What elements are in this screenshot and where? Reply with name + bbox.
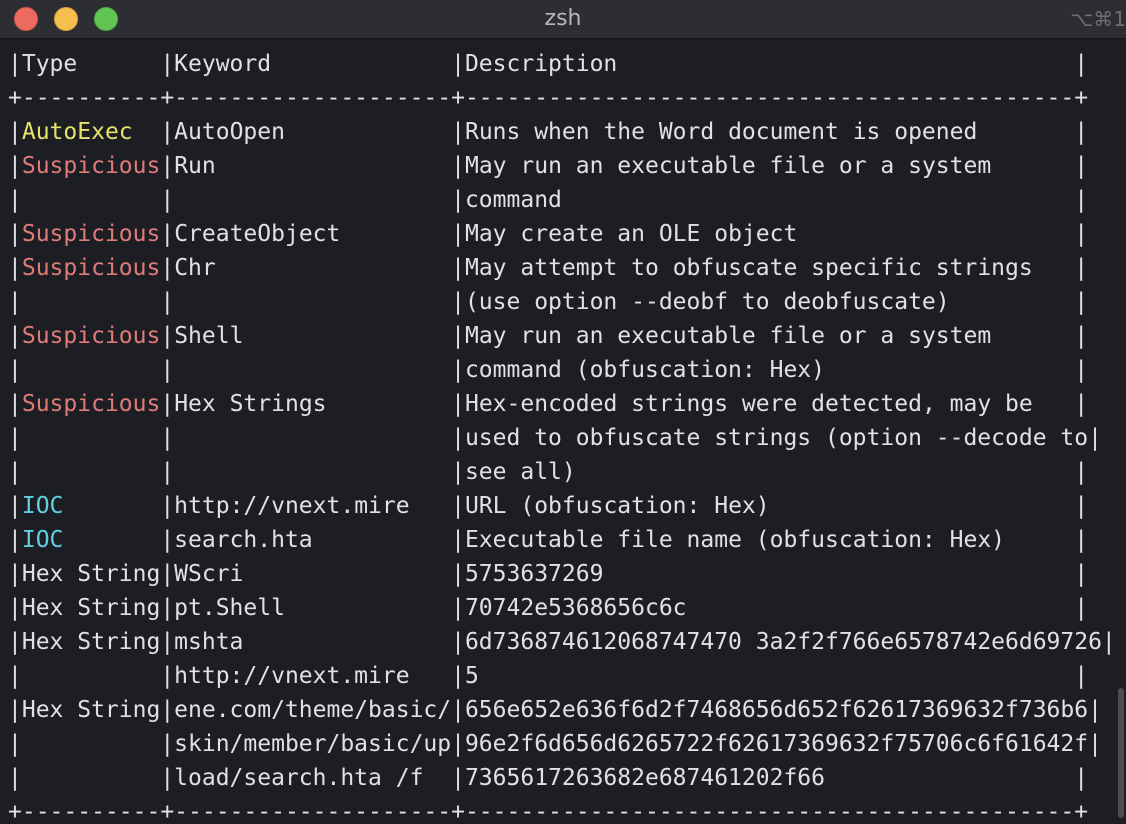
terminal-line: | | |command (obfuscation: Hex) | [8, 357, 1089, 383]
terminal-line: | |skin/member/basic/up|96e2f6d656d62657… [8, 731, 1102, 757]
type-label: Suspicious [21, 255, 161, 281]
terminal-line: | | |command | [8, 187, 1089, 213]
scrollbar[interactable] [1118, 688, 1124, 818]
title-bar[interactable]: zsh ⌥⌘1 [0, 0, 1126, 39]
type-label: Suspicious [21, 391, 161, 417]
terminal-line: +----------+--------------------+-------… [8, 85, 1089, 111]
type-label: IOC [21, 527, 64, 553]
type-label: Suspicious [21, 323, 161, 349]
tab-shortcut-label: ⌥⌘1 [1070, 7, 1126, 31]
terminal-line: |Suspicious|Chr |May attempt to obfuscat… [8, 255, 1089, 281]
terminal-output[interactable]: |Type |Keyword |Description | +----------… [8, 47, 1126, 824]
terminal-line: |Hex String|mshta |6d736874612068747470 … [8, 629, 1116, 655]
terminal-line: |AutoExec |AutoOpen |Runs when the Word … [8, 119, 1089, 145]
type-label: Suspicious [21, 153, 161, 179]
terminal-line: | | |used to obfuscate strings (option -… [8, 425, 1102, 451]
terminal-line: |Suspicious|CreateObject |May create an … [8, 221, 1089, 247]
terminal-line: | |http://vnext.mire |5 | [8, 663, 1089, 689]
terminal-line: |IOC |http://vnext.mire |URL (obfuscatio… [8, 493, 1089, 519]
terminal-line: |IOC |search.hta |Executable file name (… [8, 527, 1089, 553]
terminal-line: | |load/search.hta /f |7365617263682e687… [8, 765, 1089, 791]
terminal-line: |Suspicious|Hex Strings |Hex-encoded str… [8, 391, 1089, 417]
terminal-line: |Hex String|ene.com/theme/basic/|656e652… [8, 697, 1102, 723]
terminal-line: |Suspicious|Shell |May run an executable… [8, 323, 1089, 349]
terminal-line: +----------+--------------------+-------… [8, 799, 1089, 824]
terminal-line: |Suspicious|Run |May run an executable f… [8, 153, 1089, 179]
terminal-line: | | |(use option --deobf to deobfuscate)… [8, 289, 1089, 315]
type-label: AutoExec [21, 119, 133, 145]
terminal-window: zsh ⌥⌘1 |Type |Keyword |Description | +--… [0, 0, 1126, 824]
type-label: Suspicious [21, 221, 161, 247]
terminal-line: |Hex String|pt.Shell |70742e5368656c6c | [8, 595, 1089, 621]
terminal-line: |Type |Keyword |Description | [8, 51, 1089, 77]
window-title: zsh [544, 6, 582, 31]
type-label: IOC [21, 493, 64, 519]
terminal-line: |Hex String|WScri |5753637269 | [8, 561, 1089, 587]
terminal-line: | | |see all) | [8, 459, 1089, 485]
